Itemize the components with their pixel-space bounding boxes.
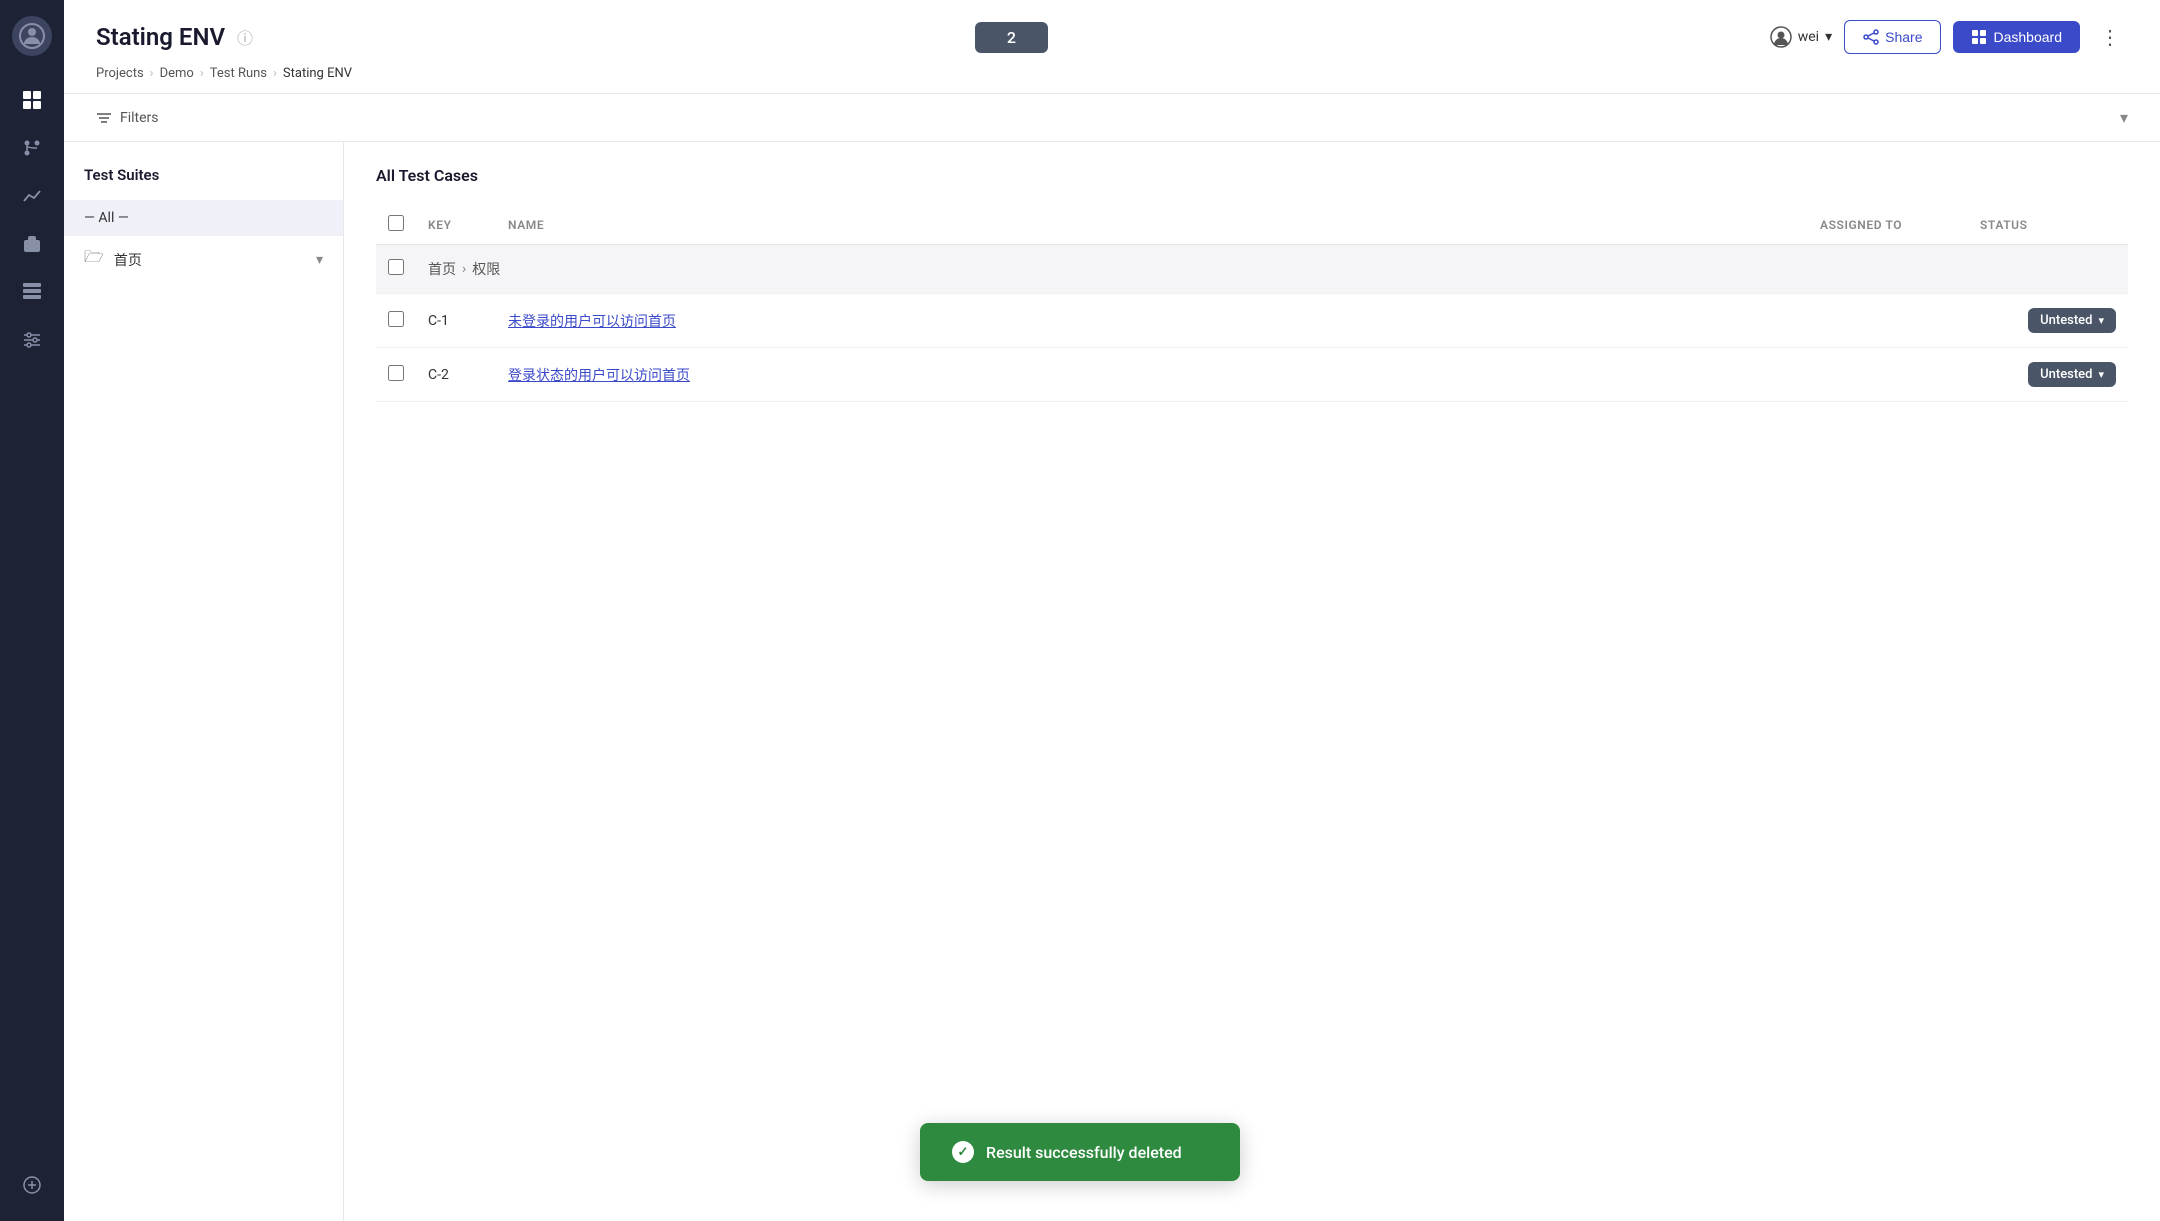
suite-item-label: 首页 [114,250,142,270]
test-cases-panel: All Test Cases KEY NAME ASSIGNED TO STAT… [344,142,2160,1221]
filters-left: Filters [96,110,159,126]
share-button[interactable]: Share [1844,20,1941,54]
suite-item[interactable]: 🗁 首页 ▾ [64,236,343,283]
projects-icon[interactable] [12,224,52,264]
breadcrumb-projects[interactable]: Projects [96,66,144,81]
page-title: Stating ENV [96,23,225,51]
run-badge: 2 [975,22,1048,53]
case-checkbox-1[interactable] [388,311,404,327]
suites-title: Test Suites [64,166,343,184]
breadcrumb-sep-3: › [273,66,277,81]
filters-expand-icon[interactable]: ▾ [2120,108,2128,127]
group-path-part2: 权限 [472,259,500,279]
toast-check-icon: ✓ [952,1141,974,1163]
share-label: Share [1885,29,1922,45]
table-icon[interactable] [12,272,52,312]
analytics-icon[interactable] [12,176,52,216]
group-row: 首页 › 权限 [376,245,2128,294]
case-key-1: C-1 [416,294,496,348]
test-suites-panel: Test Suites — All — 🗁 首页 ▾ [64,142,344,1221]
cases-table: KEY NAME ASSIGNED TO STATUS [376,205,2128,402]
status-badge-chevron-2: ▾ [2098,368,2104,381]
expand-icon[interactable] [12,1165,52,1205]
case-name-cell-2: 登录状态的用户可以访问首页 [496,348,1808,402]
filter-icon [96,110,112,126]
group-checkbox[interactable] [388,259,404,275]
header: Stating ENV ⓘ 2 wei ▾ [64,0,2160,94]
case-status-cell-1: Untested ▾ [1968,294,2128,348]
breadcrumb-demo[interactable]: Demo [160,66,194,81]
sidebar [0,0,64,1221]
suite-all-item[interactable]: — All — [64,200,343,236]
case-assigned-1 [1808,294,1968,348]
breadcrumb-sep-2: › [200,66,204,81]
header-left: Stating ENV ⓘ [96,23,253,51]
breadcrumb: Projects › Demo › Test Runs › Stating EN… [96,66,2128,93]
main-content: Stating ENV ⓘ 2 wei ▾ [64,0,2160,1221]
case-status-label-2: Untested [2040,367,2092,382]
dashboard-icon[interactable] [12,80,52,120]
filters-label[interactable]: Filters [120,110,159,126]
dashboard-label: Dashboard [1993,29,2062,45]
breadcrumb-sep-1: › [150,66,154,81]
name-column-header: NAME [496,205,1808,245]
case-key-2: C-2 [416,348,496,402]
case-name-cell-1: 未登录的用户可以访问首页 [496,294,1808,348]
breadcrumb-test-runs[interactable]: Test Runs [210,66,267,81]
group-path-part1: 首页 [428,259,456,279]
case-checkbox-cell-2 [376,348,416,402]
settings-icon[interactable] [12,320,52,360]
case-checkbox-cell-1 [376,294,416,348]
dashboard-button[interactable]: Dashboard [1953,21,2080,53]
info-icon[interactable]: ⓘ [237,25,253,49]
select-all-checkbox[interactable] [388,215,404,231]
filters-bar: Filters ▾ [64,94,2160,142]
folder-icon: 🗁 [84,246,104,273]
group-path: 首页 › 权限 [428,259,2116,279]
table-row: C-2 登录状态的用户可以访问首页 Untested ▾ [376,348,2128,402]
app-logo[interactable] [12,16,52,56]
case-status-badge-2[interactable]: Untested ▾ [2028,362,2116,387]
cases-title: All Test Cases [376,166,2128,185]
case-status-cell-2: Untested ▾ [1968,348,2128,402]
suite-chevron-icon: ▾ [316,252,323,268]
case-assigned-2 [1808,348,1968,402]
assigned-column-header: ASSIGNED TO [1808,205,1968,245]
status-column-header: STATUS [1968,205,2128,245]
case-link-2[interactable]: 登录状态的用户可以访问首页 [508,368,690,384]
select-all-header [376,205,416,245]
header-center: 2 [975,22,1048,53]
case-status-label-1: Untested [2040,313,2092,328]
key-column-header: KEY [416,205,496,245]
status-badge-chevron-1: ▾ [2098,314,2104,327]
group-path-cell: 首页 › 权限 [416,245,2128,294]
group-checkbox-cell [376,245,416,294]
content-area: Test Suites — All — 🗁 首页 ▾ All Test Case… [64,142,2160,1221]
user-name: wei [1798,29,1819,45]
user-badge[interactable]: wei ▾ [1770,26,1832,48]
table-row: C-1 未登录的用户可以访问首页 Untested ▾ [376,294,2128,348]
more-options-button[interactable]: ⋮ [2092,21,2128,54]
cases-table-body: 首页 › 权限 C-1 未登录的用户可以访问首页 [376,245,2128,402]
branches-icon[interactable] [12,128,52,168]
cases-table-head: KEY NAME ASSIGNED TO STATUS [376,205,2128,245]
toast-notification: ✓ Result successfully deleted [920,1123,1240,1181]
case-status-badge-1[interactable]: Untested ▾ [2028,308,2116,333]
breadcrumb-current: Stating ENV [283,66,352,81]
header-right: wei ▾ Share [1770,20,2128,54]
user-chevron-icon: ▾ [1825,29,1832,45]
case-link-1[interactable]: 未登录的用户可以访问首页 [508,314,676,330]
case-checkbox-2[interactable] [388,365,404,381]
suite-item-left: 🗁 首页 [84,246,142,273]
header-top: Stating ENV ⓘ 2 wei ▾ [96,20,2128,54]
toast-message: Result successfully deleted [986,1143,1182,1162]
group-path-sep: › [462,261,466,277]
